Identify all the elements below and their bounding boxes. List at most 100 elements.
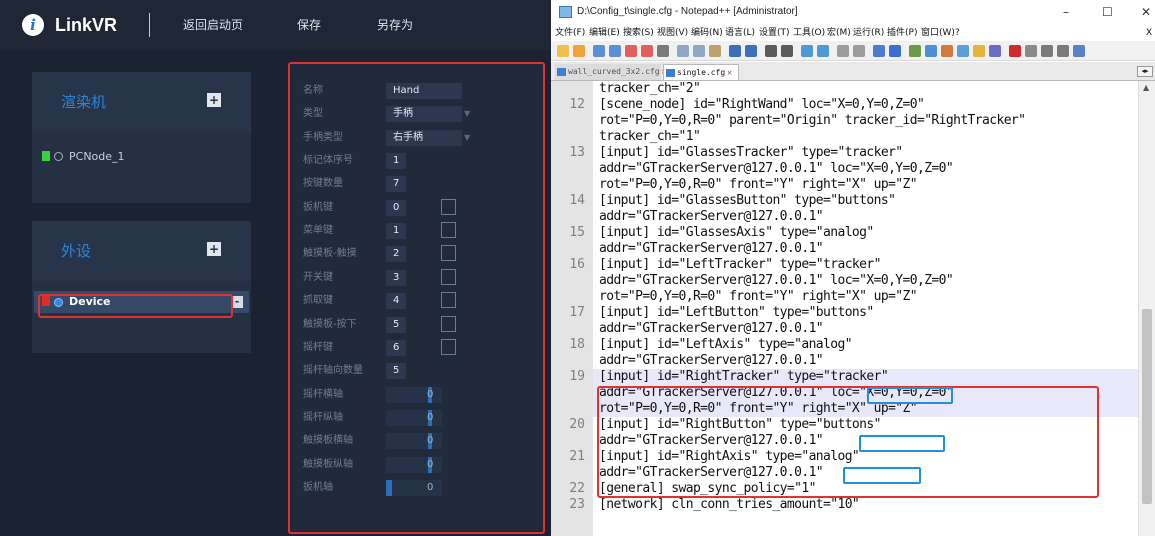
property-dropdown[interactable]: 右手柄 xyxy=(386,130,462,146)
menu-item[interactable]: 文件(F) xyxy=(555,27,585,39)
key-checkbox[interactable] xyxy=(441,269,456,285)
vertical-scrollbar[interactable]: ▲ xyxy=(1138,81,1155,536)
property-value-field[interactable]: 7 xyxy=(386,176,406,192)
tab-scroll-arrows[interactable]: ◂▸ xyxy=(1137,66,1153,77)
tab-close-icon[interactable]: ✕ xyxy=(727,68,732,77)
code-line[interactable]: 21 [input] id="RightAxis" type="analog" xyxy=(551,449,1138,465)
undo-icon[interactable] xyxy=(729,45,741,57)
code-line[interactable]: 12 [scene_node] id="RightWand" loc="X=0,Y… xyxy=(551,97,1138,113)
add-render-node-button[interactable]: + xyxy=(207,93,221,107)
code-line[interactable]: addr="GTrackerServer@127.0.0.1" loc="X=0… xyxy=(551,385,1138,401)
doc-map-icon[interactable] xyxy=(941,45,953,57)
code-editor[interactable]: tracker_ch="2" 12 [scene_node] id="RightWa… xyxy=(551,81,1155,536)
axis-slider[interactable]: 0 xyxy=(386,410,442,426)
close-all-icon[interactable] xyxy=(641,45,653,57)
code-line[interactable]: 17 [input] id="LeftButton" type="buttons" xyxy=(551,305,1138,321)
code-line[interactable]: tracker_ch="2" xyxy=(551,81,1138,97)
menu-item[interactable]: ? xyxy=(955,27,960,39)
key-checkbox[interactable] xyxy=(441,245,456,261)
code-line[interactable]: addr="GTrackerServer@127.0.0.1" loc="X=0… xyxy=(551,273,1138,289)
property-value-field[interactable]: 1 xyxy=(386,153,406,169)
code-line[interactable]: addr="GTrackerServer@127.0.0.1" xyxy=(551,353,1138,369)
key-checkbox[interactable] xyxy=(441,316,456,332)
new-icon[interactable] xyxy=(557,45,569,57)
render-node-item[interactable]: PCNode_1 xyxy=(42,148,242,166)
menu-item[interactable]: 工具(O) xyxy=(793,27,825,39)
save-button[interactable]: 保存 xyxy=(297,16,321,34)
axis-slider[interactable]: 0 xyxy=(386,457,442,473)
wrap-icon[interactable] xyxy=(873,45,885,57)
code-line[interactable]: 13 [input] id="GlassesTracker" type="trac… xyxy=(551,145,1138,161)
save-as-button[interactable]: 另存为 xyxy=(377,16,413,34)
device-item[interactable]: Device - xyxy=(34,291,249,313)
code-line[interactable]: rot="P=0,Y=0,R=0" front="Y" right="X" up… xyxy=(551,289,1138,305)
sync-v-icon[interactable] xyxy=(837,45,849,57)
close-window-button[interactable]: ✕ xyxy=(1141,4,1151,20)
code-line[interactable]: rot="P=0,Y=0,R=0" front="Y" right="X" up… xyxy=(551,401,1138,417)
minimize-button[interactable]: – xyxy=(1063,4,1069,20)
key-checkbox[interactable] xyxy=(441,292,456,308)
add-peripheral-button[interactable]: + xyxy=(207,242,221,256)
scrollbar-thumb[interactable] xyxy=(1142,309,1152,504)
code-line[interactable]: addr="GTrackerServer@127.0.0.1" xyxy=(551,241,1138,257)
maximize-button[interactable]: ☐ xyxy=(1102,4,1113,20)
axis-slider[interactable]: 0 xyxy=(386,433,442,449)
folder-icon[interactable] xyxy=(973,45,985,57)
indent-guide-icon[interactable] xyxy=(909,45,921,57)
key-checkbox[interactable] xyxy=(441,199,456,215)
tab-single-cfg[interactable]: single.cfg ✕ xyxy=(663,64,739,80)
zoom-in-icon[interactable] xyxy=(801,45,813,57)
remove-device-button[interactable]: - xyxy=(231,296,243,308)
menu-item[interactable]: 插件(P) xyxy=(887,27,917,39)
code-line[interactable]: 23 [network] cln_conn_tries_amount="10" xyxy=(551,497,1138,513)
copy-icon[interactable] xyxy=(693,45,705,57)
save-all-icon[interactable] xyxy=(609,45,621,57)
menu-item[interactable]: 编辑(E) xyxy=(589,27,620,39)
axis-slider[interactable]: 0 xyxy=(386,387,442,403)
code-line[interactable]: 19 [input] id="RightTracker" type="tracke… xyxy=(551,369,1138,385)
print-icon[interactable] xyxy=(657,45,669,57)
save-icon[interactable] xyxy=(593,45,605,57)
scroll-up-arrow-icon[interactable]: ▲ xyxy=(1143,83,1149,93)
show-all-icon[interactable] xyxy=(889,45,901,57)
redo-icon[interactable] xyxy=(745,45,757,57)
play-icon[interactable] xyxy=(1041,45,1053,57)
code-line[interactable]: 16 [input] id="LeftTracker" type="tracker… xyxy=(551,257,1138,273)
menu-item[interactable]: 搜索(S) xyxy=(623,27,654,39)
code-line[interactable]: addr="GTrackerServer@127.0.0.1" xyxy=(551,321,1138,337)
menu-item[interactable]: 宏(M) xyxy=(827,27,851,39)
menu-item[interactable]: 编码(N) xyxy=(691,27,723,39)
open-icon[interactable] xyxy=(573,45,585,57)
code-line[interactable]: 22 [general] swap_sync_policy="1" xyxy=(551,481,1138,497)
paste-icon[interactable] xyxy=(709,45,721,57)
close-icon[interactable] xyxy=(625,45,637,57)
code-line[interactable]: 20 [input] id="RightButton" type="buttons… xyxy=(551,417,1138,433)
code-line[interactable]: addr="GTrackerServer@127.0.0.1" xyxy=(551,433,1138,449)
close-doc-menu-button[interactable]: X xyxy=(1146,27,1152,39)
monitor-icon[interactable] xyxy=(989,45,1001,57)
property-value-field[interactable]: 6 xyxy=(386,340,406,356)
property-value-field[interactable]: 4 xyxy=(386,293,406,309)
code-line[interactable]: addr="GTrackerServer@127.0.0.1" loc="X=0… xyxy=(551,161,1138,177)
menu-item[interactable]: 视图(V) xyxy=(657,27,688,39)
record-icon[interactable] xyxy=(1009,45,1021,57)
menu-item[interactable]: 语言(L) xyxy=(725,27,755,39)
stop-icon[interactable] xyxy=(1025,45,1037,57)
function-list-icon[interactable] xyxy=(957,45,969,57)
code-line[interactable]: tracker_ch="1" xyxy=(551,129,1138,145)
property-value-field[interactable]: 5 xyxy=(386,363,406,379)
code-line[interactable]: 18 [input] id="LeftAxis" type="analog" xyxy=(551,337,1138,353)
key-checkbox[interactable] xyxy=(441,339,456,355)
property-value-field[interactable]: Hand xyxy=(386,83,462,99)
menu-item[interactable]: 设置(T) xyxy=(759,27,790,39)
back-to-start-button[interactable]: 返回启动页 xyxy=(183,16,243,34)
code-line[interactable]: rot="P=0,Y=0,R=0" front="Y" right="X" up… xyxy=(551,177,1138,193)
property-value-field[interactable]: 0 xyxy=(386,200,406,216)
axis-slider[interactable]: 0 xyxy=(386,480,442,496)
find-icon[interactable] xyxy=(765,45,777,57)
property-value-field[interactable]: 2 xyxy=(386,246,406,262)
key-checkbox[interactable] xyxy=(441,222,456,238)
code-line[interactable]: addr="GTrackerServer@127.0.0.1" xyxy=(551,209,1138,225)
replace-icon[interactable] xyxy=(781,45,793,57)
play-multi-icon[interactable] xyxy=(1057,45,1069,57)
